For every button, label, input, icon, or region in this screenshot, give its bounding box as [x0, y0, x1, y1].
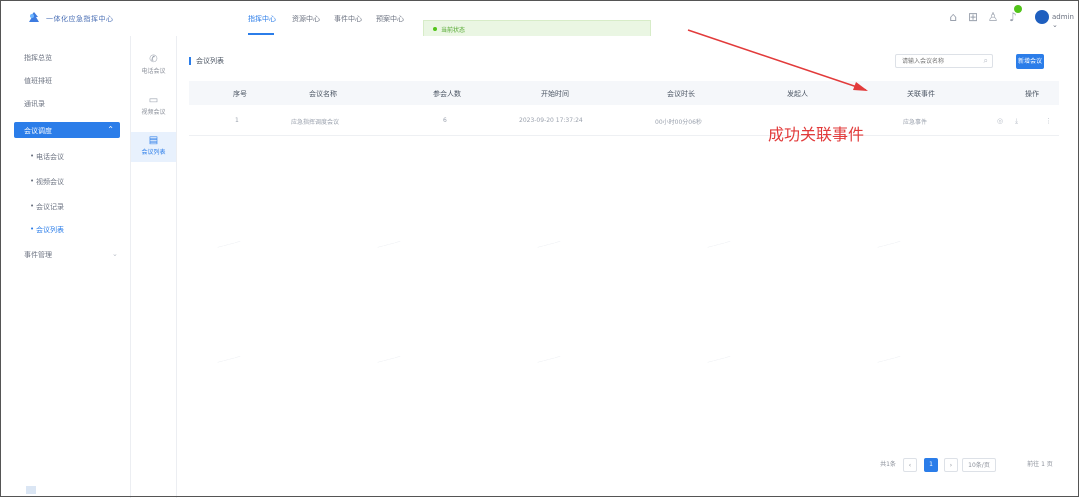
- next-page-icon[interactable]: ›: [944, 458, 958, 472]
- chevron-up-icon: ⌃: [107, 125, 114, 134]
- cell-name: 应急指挥调度会议: [291, 119, 340, 126]
- icon-tab-list-label: 会议列表: [141, 149, 166, 156]
- user-icon[interactable]: ♙: [986, 10, 1000, 24]
- col-header-duration: 会议时长: [667, 90, 695, 98]
- icon-tab-list[interactable]: ▤ 会议列表: [131, 132, 176, 162]
- user-name[interactable]: admin ⌄: [1052, 13, 1080, 29]
- watermark: ————: [876, 238, 902, 251]
- cell-index: 1: [235, 117, 239, 124]
- more-icon[interactable]: ⋮: [1045, 117, 1052, 125]
- sidebar-subitem-record[interactable]: 会议记录: [30, 202, 64, 212]
- col-header-start: 开始时间: [541, 90, 569, 98]
- col-header-event: 关联事件: [907, 90, 935, 98]
- sidebar-item-meeting[interactable]: 会议调度 ⌃: [14, 122, 120, 138]
- table-header: 序号 会议名称 参会人数 开始时间 会议时长 发起人 关联事件 操作: [189, 81, 1059, 105]
- nav-tab-command[interactable]: 指挥中心: [248, 14, 276, 24]
- col-header-actions: 操作: [1025, 90, 1039, 98]
- main-content: 会议列表 ⌕ 新增会议 序号 会议名称 参会人数 开始时间 会议时长 发起人 关…: [177, 36, 1080, 498]
- sidebar-item-contacts[interactable]: 通讯录: [24, 99, 45, 109]
- col-header-index: 序号: [233, 90, 247, 98]
- sidebar-item-event[interactable]: 事件管理: [24, 250, 52, 260]
- annotation-text: 成功关联事件: [768, 125, 865, 144]
- phone-icon: ✆: [149, 54, 158, 65]
- watermark: ————: [536, 238, 562, 251]
- pagination-total: 共1条: [880, 461, 896, 468]
- grid-icon[interactable]: ⊞: [966, 10, 980, 24]
- col-header-initiator: 发起人: [787, 90, 808, 98]
- app-logo-icon: [29, 12, 39, 22]
- status-notice-text: 当前状态: [441, 27, 466, 34]
- list-icon: ▤: [148, 135, 159, 146]
- watermark: ————: [876, 353, 902, 366]
- download-icon[interactable]: ⤓: [1015, 117, 1018, 126]
- sidebar-item-meeting-label: 会议调度: [24, 127, 52, 135]
- prev-page-icon[interactable]: ‹: [903, 458, 917, 472]
- nav-tab-event[interactable]: 事件中心: [334, 14, 362, 24]
- page-size-select[interactable]: 10条/页: [962, 458, 996, 472]
- top-bar: 一体化应急指挥中心 指挥中心 资源中心 事件中心 预案中心 当前状态 ⌂ ⊞ ♙…: [0, 0, 1080, 38]
- notification-badge: [1014, 5, 1022, 13]
- avatar[interactable]: [1035, 10, 1049, 24]
- sidebar-item-overview[interactable]: 指挥总览: [24, 53, 52, 63]
- watermark: ————: [376, 353, 402, 366]
- meeting-icon-column: ✆ 电话会议 ▭ 视频会议 ▤ 会议列表: [131, 36, 177, 498]
- status-dot-icon: [433, 27, 437, 31]
- nav-active-indicator: [248, 33, 274, 35]
- watermark: ————: [376, 238, 402, 251]
- sidebar-item-duty[interactable]: 值班排班: [24, 76, 52, 86]
- sidebar-subitem-video[interactable]: 视频会议: [30, 177, 64, 187]
- icon-tab-phone[interactable]: ✆ 电话会议: [131, 54, 176, 75]
- watermark: ————: [216, 353, 242, 366]
- watermark: ————: [706, 353, 732, 366]
- sidebar-subitem-phone[interactable]: 电话会议: [30, 152, 64, 162]
- page-title: 会议列表: [189, 57, 224, 65]
- table-row[interactable]: 1 应急指挥调度会议 6 2023-09-20 17:37:24 00小时00分…: [189, 107, 1059, 136]
- nav-tab-resource[interactable]: 资源中心: [292, 14, 320, 24]
- nav-tab-plan[interactable]: 预案中心: [376, 14, 404, 24]
- watermark: ————: [706, 238, 732, 251]
- app-title: 一体化应急指挥中心: [46, 15, 114, 23]
- sidebar-subitem-list[interactable]: 会议列表: [30, 225, 64, 235]
- icon-tab-video[interactable]: ▭ 视频会议: [131, 95, 176, 116]
- home-icon[interactable]: ⌂: [946, 10, 960, 24]
- cell-event: 应急事件: [903, 119, 928, 126]
- view-icon[interactable]: ◎: [997, 117, 1003, 125]
- cell-start: 2023-09-20 17:37:24: [519, 117, 583, 124]
- search-input[interactable]: [902, 56, 962, 66]
- screen-icon: ▭: [148, 95, 159, 106]
- cell-duration: 00小时00分06秒: [655, 119, 702, 126]
- col-header-count: 参会人数: [433, 90, 461, 98]
- page-number-current[interactable]: 1: [924, 458, 938, 472]
- chevron-down-icon: ⌄: [112, 250, 118, 258]
- search-box[interactable]: ⌕: [895, 54, 993, 68]
- icon-tab-video-label: 视频会议: [141, 109, 166, 116]
- icon-tab-phone-label: 电话会议: [141, 68, 166, 75]
- sidebar: 指挥总览 值班排班 通讯录 会议调度 ⌃ 电话会议 视频会议 会议记录 会议列表…: [0, 36, 131, 498]
- watermark: ————: [536, 353, 562, 366]
- page-goto[interactable]: 前往 1 页: [1010, 458, 1070, 472]
- col-header-name: 会议名称: [309, 90, 337, 98]
- search-icon[interactable]: ⌕: [984, 56, 988, 66]
- collapse-icon[interactable]: [26, 486, 36, 494]
- add-meeting-button[interactable]: 新增会议: [1016, 54, 1044, 69]
- cell-count: 6: [443, 117, 447, 124]
- watermark: ————: [216, 238, 242, 251]
